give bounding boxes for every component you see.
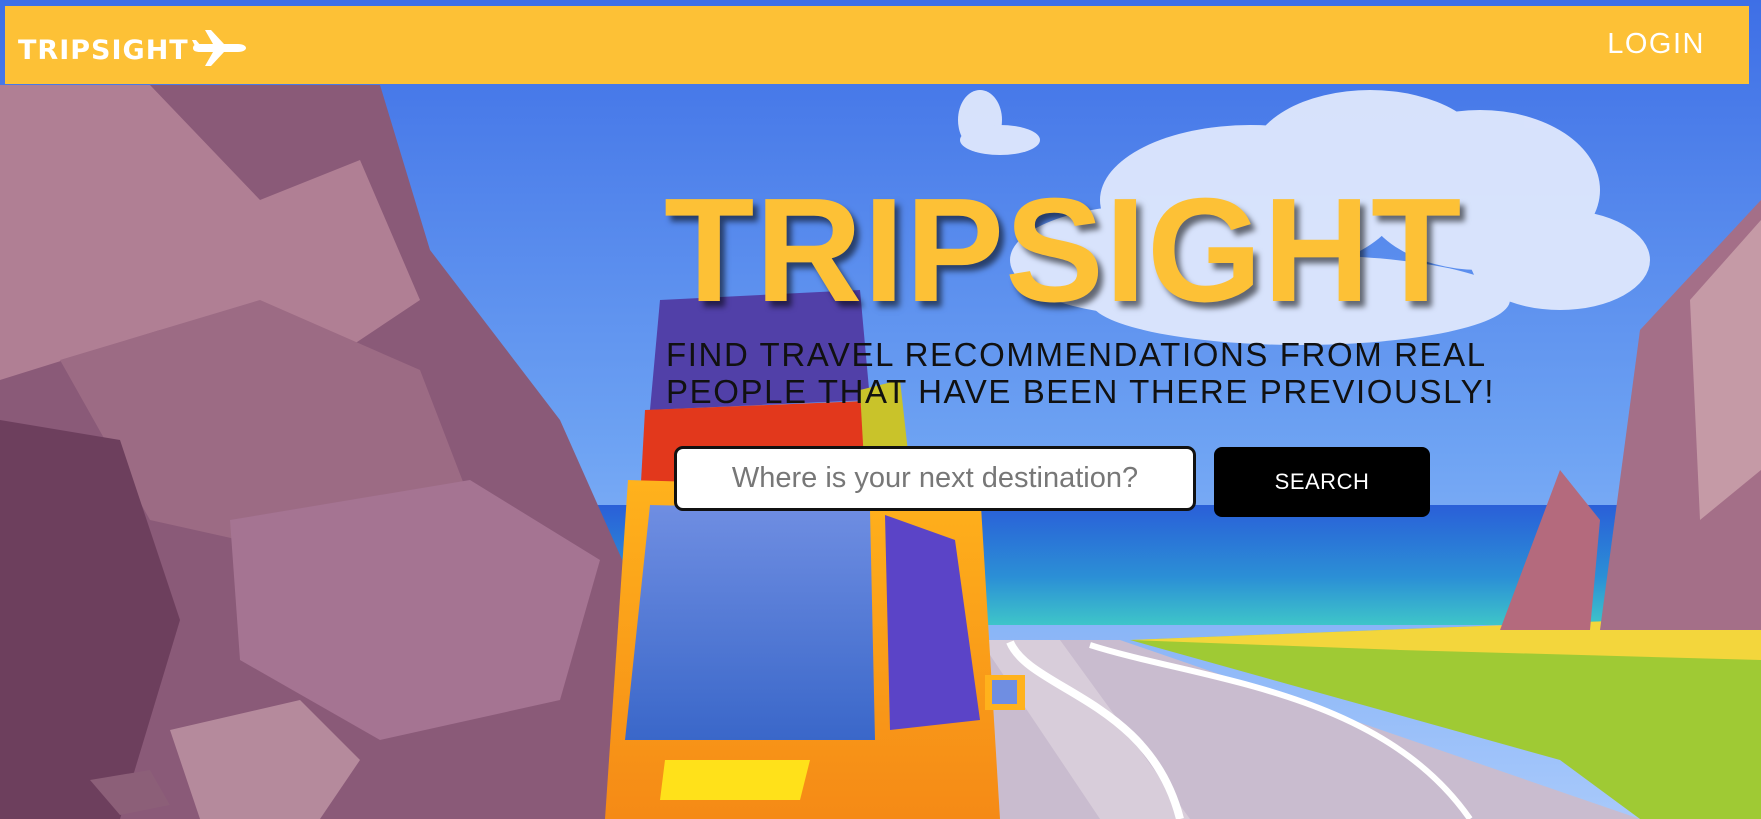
hero-title: TRIPSIGHT [664, 168, 1463, 333]
hero-tagline: FIND TRAVEL RECOMMENDATIONS FROM REAL PE… [666, 336, 1495, 410]
airplane-icon [191, 28, 247, 73]
tagline-line-1: FIND TRAVEL RECOMMENDATIONS FROM REAL [666, 336, 1487, 373]
search-button[interactable]: SEARCH [1214, 447, 1430, 517]
top-navbar: TRIPSIGHT LOGIN [5, 6, 1749, 84]
login-link[interactable]: LOGIN [1607, 28, 1705, 61]
brand-logo[interactable]: TRIPSIGHT [18, 28, 247, 73]
tagline-line-2: PEOPLE THAT HAVE BEEN THERE PREVIOUSLY! [666, 373, 1495, 410]
brand-name: TRIPSIGHT [18, 35, 189, 66]
destination-search-input[interactable] [674, 446, 1196, 511]
